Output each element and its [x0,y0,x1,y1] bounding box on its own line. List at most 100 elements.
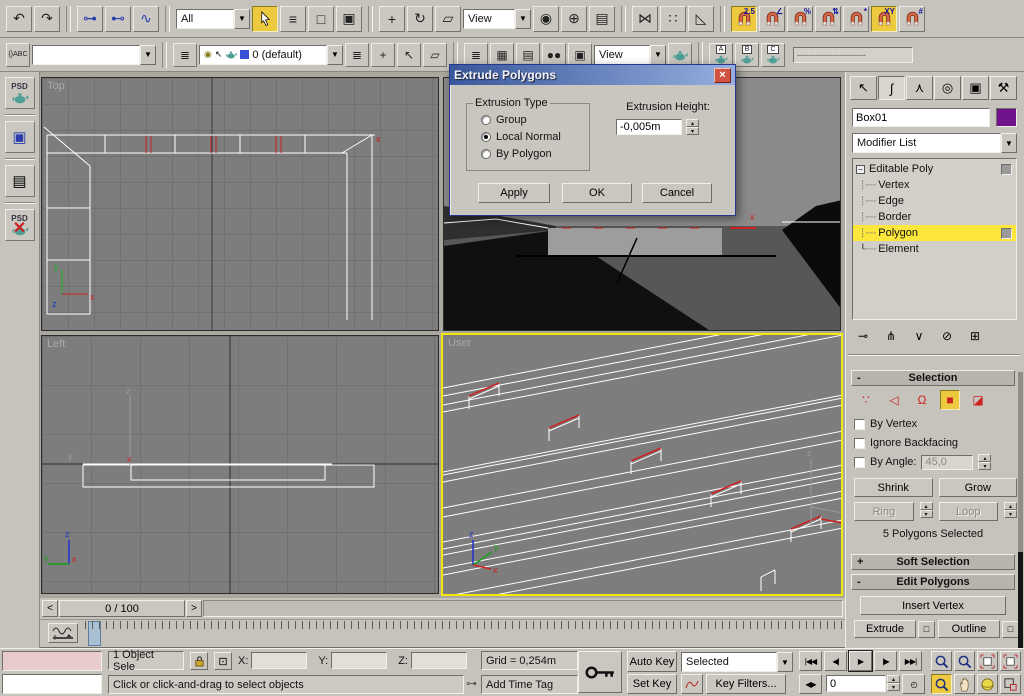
communications-icon[interactable]: ⊶ [466,677,477,690]
by-angle-field[interactable] [921,454,974,470]
reference-coordinate-arrow[interactable]: ▼ [515,8,531,29]
psd-render-off-button[interactable]: PSD ✕ [4,209,35,241]
layer-dropdown-arrow[interactable]: ▼ [327,44,343,65]
current-layer-widget[interactable]: ◉ ↖ 0 (default) ▼ [199,44,343,65]
go-to-end-button[interactable]: ▶▶| [899,651,922,671]
named-selection-dropdown[interactable]: ▼ [32,44,156,65]
stack-item-edge[interactable]: ┊┈┈ Edge [853,193,1016,209]
frame-spinner[interactable]: ▴ ▾ [887,675,900,691]
outline-settings-button[interactable]: □ [1002,620,1019,638]
region-zoom-button[interactable] [931,674,952,694]
previous-frame-button[interactable]: ◀| [824,651,847,671]
stack-item-editable-poly[interactable]: − Editable Poly [853,161,1016,177]
edge-mode-button[interactable]: ◁ [884,390,904,410]
select-move-button[interactable]: + [379,5,405,32]
reference-coordinate-dropdown[interactable]: View ▼ [463,8,531,29]
align-button[interactable]: ◺ [688,5,714,32]
time-slider-next-button[interactable]: > [186,600,202,617]
insert-vertex-button[interactable]: Insert Vertex [860,596,1006,615]
configure-modifier-sets-button[interactable]: ⊞ [964,326,986,345]
tab-utilities[interactable]: ⚒ [990,76,1017,100]
select-object-button[interactable] [252,5,278,32]
zoom-button[interactable] [931,651,952,671]
arc-rotate-button[interactable] [977,674,998,694]
undo-button[interactable]: ↶ [6,5,32,32]
angle-snap-button[interactable]: ∠ [759,5,785,32]
maxscript-mini-listener-white[interactable] [2,674,102,694]
time-slider-track[interactable] [203,600,843,617]
expand-collapse-icon[interactable]: − [856,164,865,174]
dialog-close-button[interactable]: × [714,67,731,83]
local-normal-radio-checked[interactable] [481,131,491,142]
modifier-gizmo-swatch[interactable] [1001,164,1012,175]
viewport-user-label[interactable]: User [448,337,471,349]
key-filter-selection-dropdown[interactable]: Selected ▼ [681,652,793,672]
by-angle-checkbox[interactable] [854,456,865,468]
ignore-backfacing-checkbox[interactable] [854,437,865,449]
keyboard-override-button[interactable]: ▤ [589,5,615,32]
zoom-all-button[interactable] [954,651,975,671]
apply-button[interactable]: Apply [478,183,550,203]
select-rotate-button[interactable]: ↻ [407,5,433,32]
quick-render-button[interactable] [668,42,692,67]
set-key-button[interactable]: Set Key [627,674,677,694]
y-coordinate-field[interactable] [331,652,388,669]
go-to-start-button[interactable]: |◀◀ [799,651,822,671]
key-mode-toggle[interactable]: ◀▶ [799,674,822,694]
select-by-name-button[interactable]: ≡ [280,5,306,32]
dope-sheet-button[interactable]: ▤ [516,42,540,67]
select-manipulate-button[interactable]: ⊕ [561,5,587,32]
extrusion-height-spinner[interactable]: ▴ ▾ [686,119,699,135]
viewport-top[interactable]: Top x y x z [41,77,439,331]
absolute-offset-toggle[interactable]: ⊡ [214,652,232,670]
new-layer-button[interactable]: ≣ [345,42,369,67]
extrude-button[interactable]: Extrude [854,620,916,638]
radio-local-normal-row[interactable]: Local Normal [481,128,583,145]
stack-item-polygon-selected[interactable]: ┊┈┈ Polygon [853,225,1016,241]
loop-spinner[interactable]: ▴ ▾ [1004,502,1017,521]
loop-button[interactable]: Loop [938,502,998,521]
extrude-settings-button[interactable]: □ [918,620,935,638]
maxscript-mini-listener-pink[interactable] [2,651,102,671]
use-pivot-center-button[interactable]: ◉ [533,5,559,32]
min-max-toggle-button[interactable] [1000,674,1021,694]
mirror-button[interactable]: ⋈ [632,5,658,32]
select-link-button[interactable]: ⊶ [77,5,103,32]
redo-button[interactable]: ↷ [34,5,60,32]
display-properties-button[interactable]: ▣ [4,121,35,153]
pin-stack-button[interactable]: ⊸ [852,326,874,345]
parameter-sheet-button[interactable]: ▤ [4,165,35,197]
selection-rollout-header[interactable]: - Selection [851,370,1015,386]
outline-button[interactable]: Outline [938,620,1000,638]
render-type-arrow[interactable]: ▼ [650,44,666,65]
extrusion-height-field[interactable] [616,119,682,135]
object-name-field[interactable] [852,108,990,127]
modifier-gizmo-swatch[interactable] [1001,228,1012,239]
named-selection-arrow[interactable]: ▼ [140,44,156,65]
by-angle-spinner[interactable]: ▴ ▾ [978,454,992,470]
object-color-swatch[interactable] [996,108,1017,127]
current-frame-field[interactable] [826,675,886,692]
ring-button[interactable]: Ring [854,502,914,521]
cancel-button[interactable]: Cancel [642,183,712,203]
named-selection-sets-button[interactable]: {} ABC [6,42,30,67]
set-current-layer-button[interactable]: ▱ [423,42,447,67]
set-keys-button[interactable] [578,651,622,693]
default-in-out-tangents-button[interactable] [681,674,703,694]
percent-snap-button[interactable]: % [787,5,813,32]
remove-modifier-button[interactable]: ⊘ [936,326,958,345]
time-slider-thumb[interactable]: 0 / 100 [59,600,185,617]
radio-group-row[interactable]: Group [481,111,583,128]
track-bar-ruler[interactable] [85,620,843,647]
show-end-result-button[interactable]: ⋔ [880,326,902,345]
layer-visibility-eye-icon[interactable]: ◉ [204,49,212,60]
soft-selection-rollout-header[interactable]: + Soft Selection [851,554,1015,570]
z-coordinate-field[interactable] [410,652,467,669]
selection-lock-toggle[interactable] [190,652,208,670]
radio-by-polygon-row[interactable]: By Polygon [481,145,583,162]
next-frame-button[interactable]: |▶ [874,651,897,671]
by-polygon-radio[interactable] [481,148,491,159]
layer-manager-button[interactable]: ≣ [173,42,197,67]
modifier-list-dropdown[interactable]: Modifier List ▼ [852,133,1017,153]
add-time-tag[interactable]: Add Time Tag [481,675,578,694]
